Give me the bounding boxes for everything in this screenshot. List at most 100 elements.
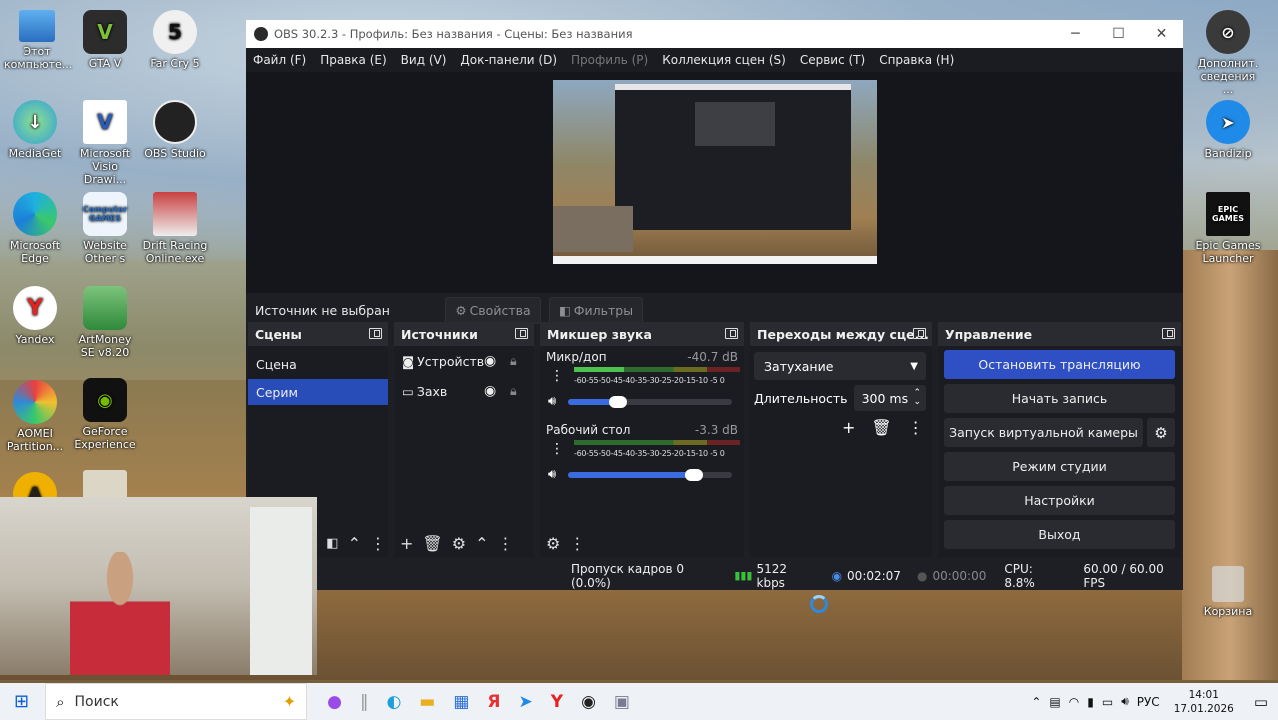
scene-item[interactable]: Сцена xyxy=(248,351,388,377)
meter-level xyxy=(574,367,624,372)
minimize-icon[interactable]: ─ xyxy=(1054,26,1097,42)
menu-tools[interactable]: Сервис (T) xyxy=(800,53,865,67)
more-icon[interactable]: ⋮ xyxy=(908,418,924,437)
file-explorer-icon[interactable]: ▬ xyxy=(419,692,435,712)
filters-button[interactable]: ◧ Фильтры xyxy=(549,297,643,324)
desktop-icon-geforce[interactable]: ◉ GeForce Experience xyxy=(72,378,138,451)
desktop-icon-obs[interactable]: OBS Studio xyxy=(142,100,208,160)
properties-button[interactable]: ⚙ Свойства xyxy=(445,297,541,324)
desktop-icon-visio[interactable]: V Microsoft Visio Drawi... xyxy=(72,100,138,186)
source-item[interactable]: ▭ Захв ◉ 🔒︎ xyxy=(394,376,534,406)
more-icon[interactable]: ⋮ xyxy=(497,534,513,553)
move-up-icon[interactable]: ⌃ xyxy=(475,534,488,553)
menu-profile: Профиль (P) xyxy=(571,53,649,67)
mixer-title: Микшер звука xyxy=(547,326,652,342)
bandizip-taskbar-icon[interactable]: ➤ xyxy=(519,692,533,712)
advanced-audio-icon[interactable]: ⚙ xyxy=(546,534,560,553)
channel-menu-icon[interactable]: ⋮ xyxy=(550,368,564,384)
add-icon[interactable]: + xyxy=(400,534,413,553)
speaker-icon[interactable]: 🔊︎ xyxy=(548,394,556,409)
studio-mode-button[interactable]: Режим студии xyxy=(944,452,1175,481)
desktop-icon-edge[interactable]: Microsoft Edge xyxy=(2,192,68,265)
obs-taskbar-icon[interactable]: ◉ xyxy=(581,692,596,712)
record-time: 00:00:00 xyxy=(932,568,987,583)
network-icon[interactable]: ▭ xyxy=(1102,695,1113,709)
duration-input[interactable]: 300 ms ⌃ ⌄ xyxy=(853,385,926,411)
clock[interactable]: 14:01 17.01.2026 xyxy=(1174,688,1234,716)
volume-knob[interactable] xyxy=(685,468,703,481)
more-icon[interactable]: ⋮ xyxy=(370,534,386,553)
notification-icon[interactable]: ▭ xyxy=(1254,693,1268,711)
scene-filter-icon[interactable]: ◧ xyxy=(326,536,338,551)
volume-icon[interactable]: 🔊︎ xyxy=(1121,694,1129,709)
desktop-icon-mediaget[interactable]: ↓ MediaGet xyxy=(2,100,68,160)
stepper-icon[interactable]: ⌃ ⌄ xyxy=(913,389,921,407)
start-virtual-camera-button[interactable]: Запуск виртуальной камеры xyxy=(944,418,1143,447)
menu-scene-collection[interactable]: Коллекция сцен (S) xyxy=(662,53,786,67)
menu-help[interactable]: Справка (H) xyxy=(879,53,954,67)
trash-icon[interactable]: 🗑︎ xyxy=(422,534,442,553)
menu-file[interactable]: Файл (F) xyxy=(253,53,306,67)
transition-select[interactable]: Затухание ▼ xyxy=(754,352,926,380)
drift-taskbar-icon[interactable]: ▣ xyxy=(614,692,630,712)
menu-edit[interactable]: Правка (E) xyxy=(320,53,386,67)
stop-streaming-button[interactable]: Остановить трансляцию xyxy=(944,350,1175,379)
gear-icon[interactable]: ⚙ xyxy=(452,534,466,553)
undock-icon[interactable] xyxy=(913,328,926,339)
volume-slider[interactable] xyxy=(568,395,733,408)
desktop-icon-info[interactable]: ⊘ Дополнит. сведения ... xyxy=(1195,10,1261,96)
language-indicator[interactable]: РУС xyxy=(1137,695,1160,709)
desktop-icon-yandex[interactable]: Y Yandex xyxy=(2,286,68,346)
desktop-icon-artmoney[interactable]: ArtMoney SE v8.20 xyxy=(72,286,138,359)
windows-start-icon[interactable]: ⊞ xyxy=(14,691,29,712)
desktop-icon-drift[interactable]: Drift Racing Online.exe xyxy=(142,192,208,265)
tray-app-icon[interactable]: ▤ xyxy=(1049,695,1060,709)
desktop-icon-computer[interactable]: Этот компьюте... xyxy=(4,10,72,71)
desktop-icon-epic[interactable]: EPIC GAMES Epic Games Launcher xyxy=(1195,192,1261,265)
chevron-up-icon[interactable]: ⌃ xyxy=(1031,695,1041,709)
desktop-icon-bandizip[interactable]: ➤ Bandizip xyxy=(1195,100,1261,160)
desktop-icon-farcry[interactable]: 5 Far Cry 5 xyxy=(142,10,208,70)
exit-button[interactable]: Выход xyxy=(944,520,1175,549)
desktop-icon-website[interactable]: Computer GAMES Website Other s xyxy=(72,192,138,265)
more-icon[interactable]: ⋮ xyxy=(569,534,585,553)
lock-icon[interactable]: 🔒︎ xyxy=(510,383,517,399)
yandex-taskbar-icon[interactable]: Y xyxy=(551,692,563,712)
edge-taskbar-icon[interactable]: ◐ xyxy=(386,692,401,712)
desktop-icon-recycle-bin[interactable]: Корзина xyxy=(1195,566,1261,618)
close-icon[interactable]: ✕ xyxy=(1140,26,1183,42)
yandex-browser-icon[interactable]: Я xyxy=(487,692,500,712)
start-recording-button[interactable]: Начать запись xyxy=(944,384,1175,413)
move-up-icon[interactable]: ⌃ xyxy=(348,534,361,553)
store-icon[interactable]: ▦ xyxy=(453,692,469,712)
program-preview[interactable] xyxy=(553,80,877,264)
settings-button[interactable]: Настройки xyxy=(944,486,1175,515)
lock-icon[interactable]: 🔒︎ xyxy=(510,353,517,369)
desktop-icon-gta[interactable]: V GTA V xyxy=(72,10,138,70)
eye-icon[interactable]: ◉ xyxy=(484,353,496,369)
source-item[interactable]: ◙ Устройств ◉ 🔒︎ xyxy=(394,346,534,376)
taskbar-search[interactable]: ⌕ Поиск ✦ xyxy=(45,683,308,720)
desktop-icon-aomei[interactable]: AOMEI Partition... xyxy=(2,380,68,453)
add-icon[interactable]: + xyxy=(842,418,855,437)
menu-docks[interactable]: Док-панели (D) xyxy=(460,53,557,67)
channel-menu-icon[interactable]: ⋮ xyxy=(550,441,564,457)
copilot-icon[interactable]: ● xyxy=(327,692,342,712)
undock-icon[interactable] xyxy=(369,328,382,339)
preview-webcam xyxy=(553,206,633,252)
wifi-icon[interactable]: ◠ xyxy=(1069,695,1079,709)
obs-titlebar[interactable]: OBS 30.2.3 - Профиль: Без названия - Сце… xyxy=(246,20,1183,48)
scene-item-selected[interactable]: Серим xyxy=(248,379,388,405)
maximize-icon[interactable]: ☐ xyxy=(1097,26,1140,42)
menu-view[interactable]: Вид (V) xyxy=(401,53,447,67)
mic-icon[interactable]: ▮ xyxy=(1087,695,1094,709)
volume-knob[interactable] xyxy=(609,395,628,408)
eye-icon[interactable]: ◉ xyxy=(484,383,496,399)
speaker-icon[interactable]: 🔊︎ xyxy=(548,467,556,482)
undock-icon[interactable] xyxy=(725,328,738,339)
undock-icon[interactable] xyxy=(515,328,528,339)
volume-slider[interactable] xyxy=(568,468,733,481)
trash-icon[interactable]: 🗑︎ xyxy=(871,418,891,437)
virtual-camera-settings-icon[interactable]: ⚙ xyxy=(1147,418,1175,447)
undock-icon[interactable] xyxy=(1162,328,1175,339)
